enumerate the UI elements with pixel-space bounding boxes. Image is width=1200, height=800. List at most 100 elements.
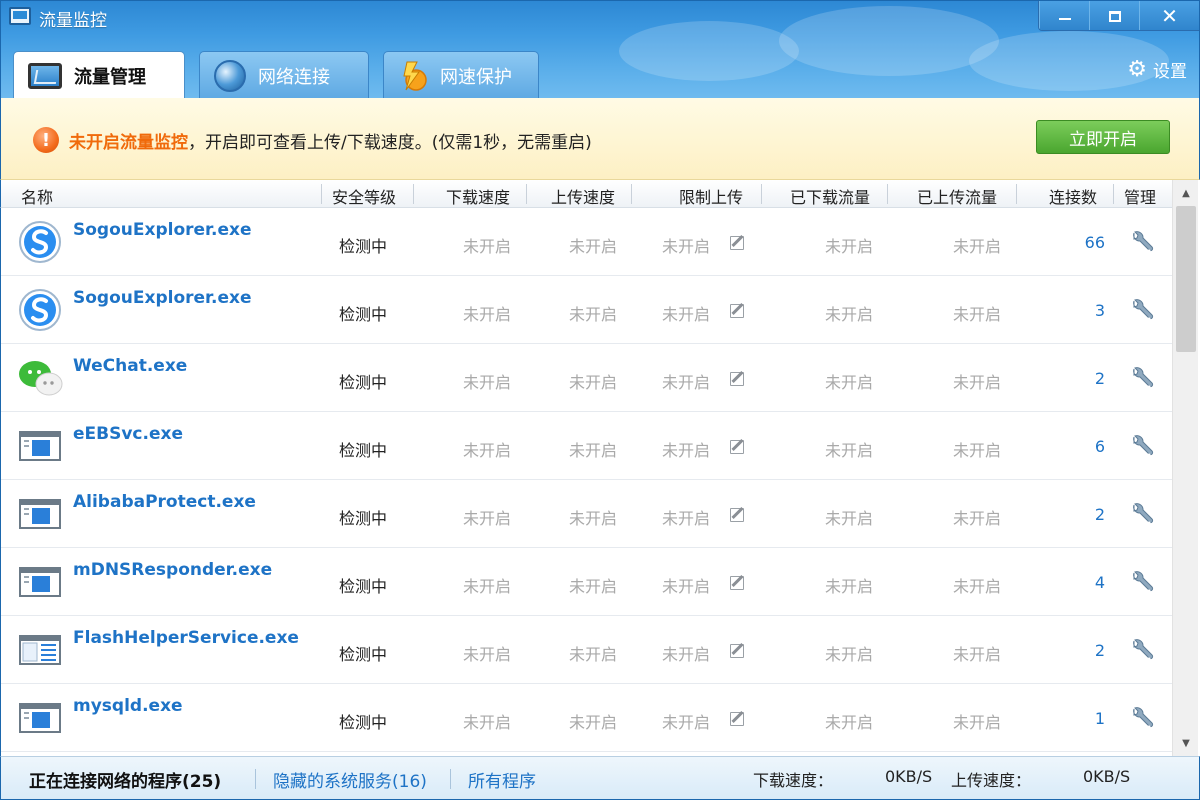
column-header-connections[interactable]: 连接数 <box>1049 184 1097 208</box>
window-app-icon <box>19 431 61 461</box>
column-divider[interactable] <box>887 184 888 204</box>
limit-upload: 未开启 <box>662 577 711 596</box>
column-divider[interactable] <box>321 184 322 204</box>
column-divider[interactable] <box>413 184 414 204</box>
table-row[interactable]: AlibabaProtect.exe 检测中 未开启 未开启 未开启 未开启 未… <box>1 480 1172 548</box>
security-level: 检测中 <box>339 645 388 664</box>
tab-speed-protection[interactable]: 网速保护 <box>383 51 539 99</box>
close-button[interactable]: ✕ <box>1139 1 1199 30</box>
column-divider[interactable] <box>761 184 762 204</box>
connection-count[interactable]: 66 <box>1085 233 1105 252</box>
wrench-icon[interactable] <box>1128 298 1154 324</box>
table-row[interactable]: mDNSResponder.exe 检测中 未开启 未开启 未开启 未开启 未开… <box>1 548 1172 616</box>
column-header-manage[interactable]: 管理 <box>1124 184 1156 208</box>
security-level: 检测中 <box>339 305 388 324</box>
scroll-down-button[interactable]: ▼ <box>1173 732 1199 754</box>
table-row[interactable]: SogouExplorer.exe 检测中 未开启 未开启 未开启 未开启 未开… <box>1 208 1172 276</box>
edit-icon[interactable] <box>730 644 744 658</box>
connection-count[interactable]: 2 <box>1095 369 1105 388</box>
limit-upload: 未开启 <box>662 237 711 256</box>
column-divider[interactable] <box>1016 184 1017 204</box>
download-speed: 未开启 <box>463 645 512 664</box>
settings-button[interactable]: ⚙ 设置 <box>1127 57 1187 82</box>
process-name[interactable]: eEBSvc.exe <box>73 424 183 444</box>
tab-label: 网速保护 <box>440 66 512 88</box>
column-divider[interactable] <box>526 184 527 204</box>
edit-icon[interactable] <box>730 508 744 522</box>
table-row[interactable]: FlashHelperService.exe 检测中 未开启 未开启 未开启 未… <box>1 616 1172 684</box>
wrench-icon[interactable] <box>1128 366 1154 392</box>
edit-icon[interactable] <box>730 712 744 726</box>
connection-count[interactable]: 1 <box>1095 709 1105 728</box>
uploaded-traffic: 未开启 <box>953 373 1002 392</box>
connection-count[interactable]: 6 <box>1095 437 1105 456</box>
connection-count[interactable]: 4 <box>1095 573 1105 592</box>
column-divider[interactable] <box>1113 184 1114 204</box>
downloaded-traffic: 未开启 <box>825 645 874 664</box>
download-speed: 未开启 <box>463 305 512 324</box>
main-tabs: 流量管理 网络连接 网速保护 <box>13 51 539 99</box>
connection-count[interactable]: 2 <box>1095 641 1105 660</box>
downloaded-traffic: 未开启 <box>825 373 874 392</box>
column-header-downloaded[interactable]: 已下载流量 <box>790 184 870 208</box>
upload-speed: 未开启 <box>569 713 618 732</box>
window-app-icon <box>19 567 61 597</box>
edit-icon[interactable] <box>730 236 744 250</box>
downloaded-traffic: 未开启 <box>825 713 874 732</box>
process-name[interactable]: mDNSResponder.exe <box>73 560 272 580</box>
column-header-download-speed[interactable]: 下载速度 <box>446 184 510 208</box>
wrench-icon[interactable] <box>1128 638 1154 664</box>
connection-count[interactable]: 3 <box>1095 301 1105 320</box>
limit-upload: 未开启 <box>662 441 711 460</box>
column-header-name[interactable]: 名称 <box>21 184 53 208</box>
process-name[interactable]: mysqld.exe <box>73 696 183 716</box>
uploaded-traffic: 未开启 <box>953 713 1002 732</box>
wrench-icon[interactable] <box>1128 706 1154 732</box>
edit-icon[interactable] <box>730 440 744 454</box>
maximize-button[interactable] <box>1089 1 1139 30</box>
download-speed-value: 0KB/S <box>885 767 933 786</box>
process-name[interactable]: SogouExplorer.exe <box>73 288 251 308</box>
table-row[interactable]: mysqld.exe 检测中 未开启 未开启 未开启 未开启 未开启 1 <box>1 684 1172 752</box>
process-name[interactable]: SogouExplorer.exe <box>73 220 251 240</box>
wrench-icon[interactable] <box>1128 502 1154 528</box>
downloaded-traffic: 未开启 <box>825 305 874 324</box>
process-name[interactable]: FlashHelperService.exe <box>73 628 299 648</box>
scrollbar-thumb[interactable] <box>1176 206 1196 352</box>
tab-hidden-services[interactable]: 隐藏的系统服务(16) <box>273 767 427 792</box>
tab-all-programs[interactable]: 所有程序 <box>468 767 536 792</box>
tab-connected-programs[interactable]: 正在连接网络的程序(25) <box>29 767 221 792</box>
tab-traffic-management[interactable]: 流量管理 <box>13 51 185 99</box>
tab-network-connections[interactable]: 网络连接 <box>199 51 369 99</box>
minimize-button[interactable] <box>1039 1 1089 30</box>
column-header-limit-upload[interactable]: 限制上传 <box>679 184 743 208</box>
window-app-icon <box>19 499 61 529</box>
limit-upload: 未开启 <box>662 713 711 732</box>
wrench-icon[interactable] <box>1128 230 1154 256</box>
table-row[interactable]: WeChat.exe 检测中 未开启 未开启 未开启 未开启 未开启 2 <box>1 344 1172 412</box>
process-name[interactable]: AlibabaProtect.exe <box>73 492 256 512</box>
uploaded-traffic: 未开启 <box>953 645 1002 664</box>
wrench-icon[interactable] <box>1128 434 1154 460</box>
edit-icon[interactable] <box>730 372 744 386</box>
table-row[interactable]: eEBSvc.exe 检测中 未开启 未开启 未开启 未开启 未开启 6 <box>1 412 1172 480</box>
limit-upload: 未开启 <box>662 373 711 392</box>
column-header-uploaded[interactable]: 已上传流量 <box>917 184 997 208</box>
column-header-upload-speed[interactable]: 上传速度 <box>551 184 615 208</box>
vertical-scrollbar[interactable]: ▲ ▼ <box>1172 180 1198 756</box>
process-name[interactable]: WeChat.exe <box>73 356 187 376</box>
table-row[interactable]: SogouExplorer.exe 检测中 未开启 未开启 未开启 未开启 未开… <box>1 276 1172 344</box>
download-speed: 未开启 <box>463 373 512 392</box>
enable-now-button[interactable]: 立即开启 <box>1036 120 1170 154</box>
column-divider[interactable] <box>631 184 632 204</box>
scroll-up-button[interactable]: ▲ <box>1173 182 1199 204</box>
security-level: 检测中 <box>339 509 388 528</box>
edit-icon[interactable] <box>730 304 744 318</box>
edit-icon[interactable] <box>730 576 744 590</box>
connection-count[interactable]: 2 <box>1095 505 1105 524</box>
wrench-icon[interactable] <box>1128 570 1154 596</box>
limit-upload: 未开启 <box>662 645 711 664</box>
gear-icon: ⚙ <box>1127 57 1147 82</box>
column-header-security[interactable]: 安全等级 <box>332 184 396 208</box>
upload-speed: 未开启 <box>569 373 618 392</box>
